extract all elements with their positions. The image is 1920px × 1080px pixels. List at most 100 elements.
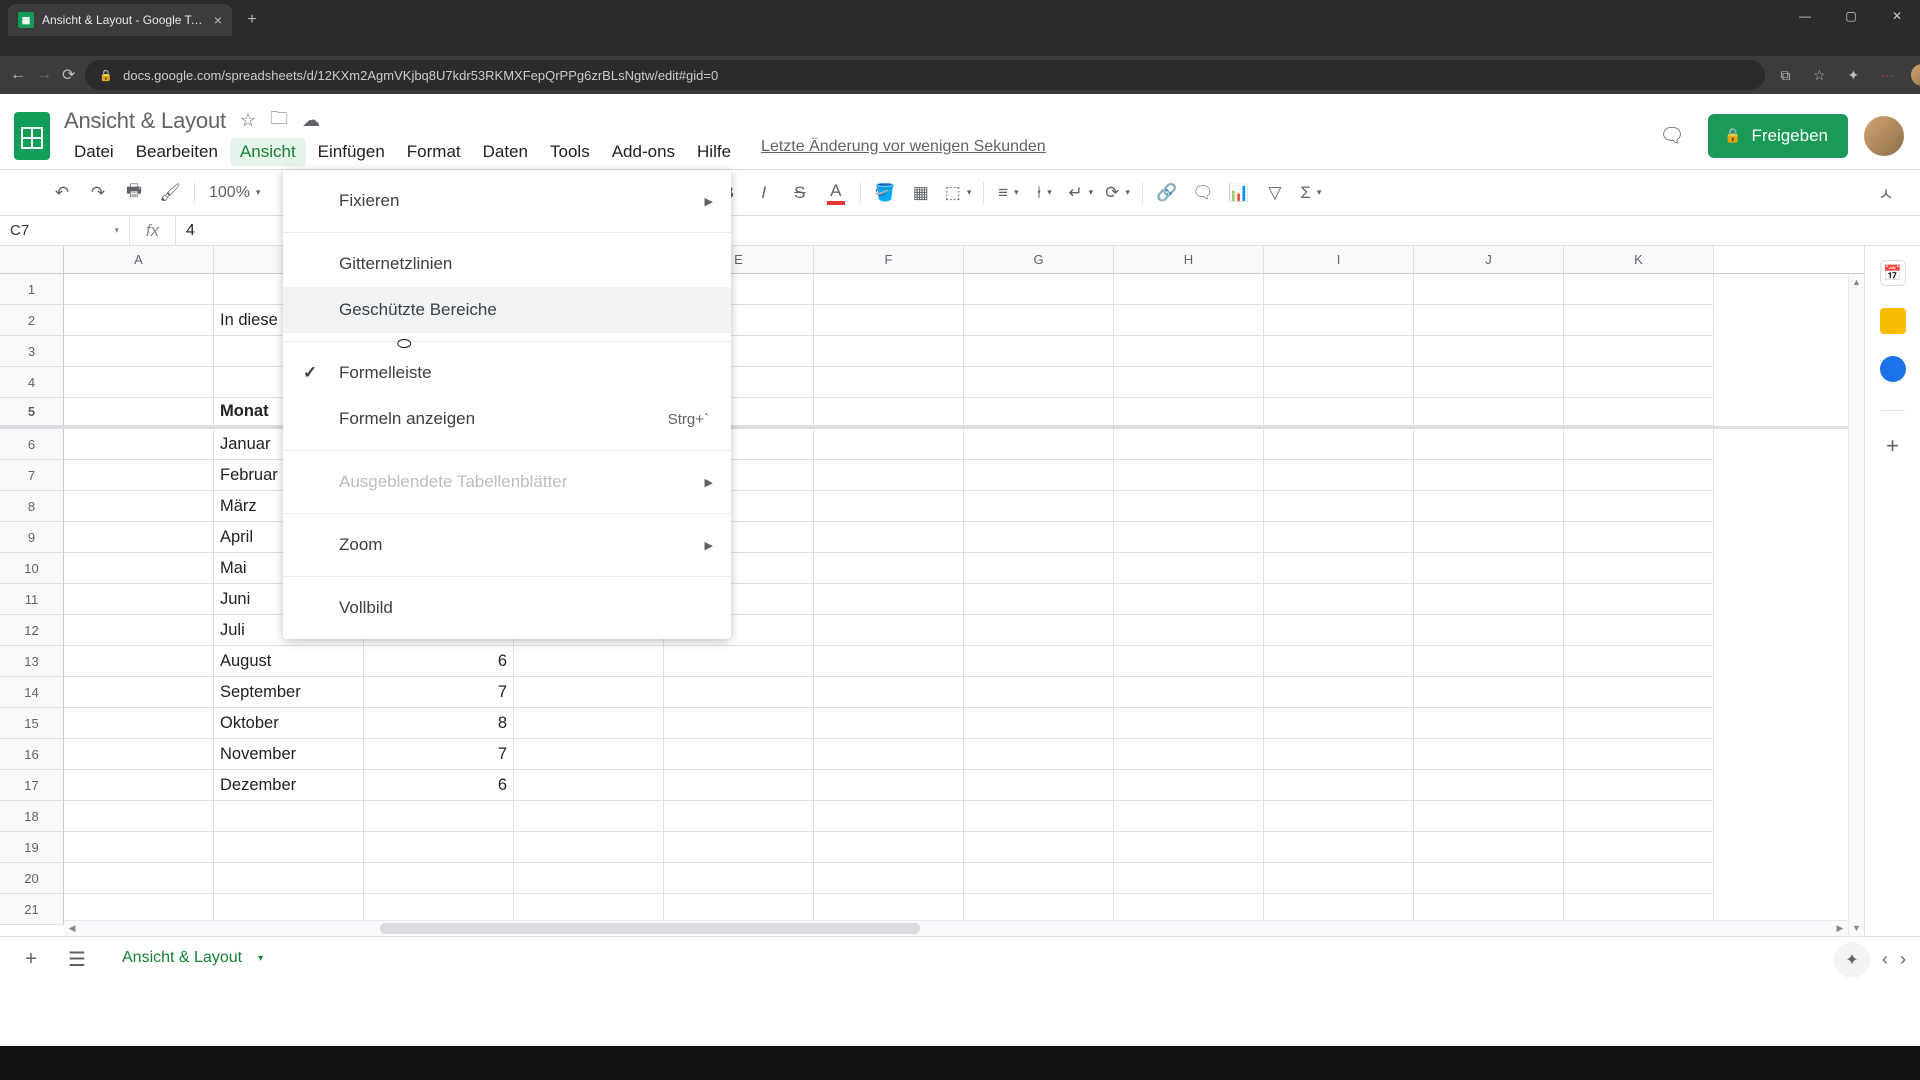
cell-H5[interactable] (1114, 398, 1264, 426)
menu-item-3[interactable]: Geschützte Bereiche (283, 287, 731, 333)
row-header-2[interactable]: 2 (0, 305, 64, 336)
cell-I16[interactable] (1264, 739, 1414, 770)
italic-button[interactable]: I (748, 177, 780, 209)
wrap-button[interactable]: ↵ (1064, 177, 1097, 209)
cell-I17[interactable] (1264, 770, 1414, 801)
row-header-17[interactable]: 17 (0, 770, 64, 801)
cell-C14[interactable]: 7 (364, 677, 514, 708)
cell-A5[interactable] (64, 398, 214, 426)
menu-daten[interactable]: Daten (473, 138, 538, 166)
cell-E20[interactable] (664, 863, 814, 894)
functions-button[interactable]: Σ (1295, 177, 1327, 209)
cell-E13[interactable] (664, 646, 814, 677)
cell-H2[interactable] (1114, 305, 1264, 336)
cell-J10[interactable] (1414, 553, 1564, 584)
link-button[interactable]: 🔗 (1151, 177, 1183, 209)
menu-addons[interactable]: Add-ons (602, 138, 685, 166)
cell-I1[interactable] (1264, 274, 1414, 305)
cell-K17[interactable] (1564, 770, 1714, 801)
paint-format-button[interactable]: 🖌 (154, 177, 186, 209)
cell-I10[interactable] (1264, 553, 1414, 584)
cell-J1[interactable] (1414, 274, 1564, 305)
cell-F1[interactable] (814, 274, 964, 305)
cell-G19[interactable] (964, 832, 1114, 863)
cell-G14[interactable] (964, 677, 1114, 708)
cell-K1[interactable] (1564, 274, 1714, 305)
cell-G2[interactable] (964, 305, 1114, 336)
cell-G3[interactable] (964, 336, 1114, 367)
chart-button[interactable]: 📊 (1223, 177, 1255, 209)
menu-item-0[interactable]: Fixieren▶ (283, 178, 731, 224)
cell-I11[interactable] (1264, 584, 1414, 615)
collapse-toolbar-button[interactable]: ㅅ (1870, 177, 1902, 209)
cell-G18[interactable] (964, 801, 1114, 832)
account-avatar[interactable] (1864, 116, 1904, 156)
cell-B15[interactable]: Oktober (214, 708, 364, 739)
forward-button[interactable]: → (36, 61, 52, 89)
cell-F3[interactable] (814, 336, 964, 367)
cell-A2[interactable] (64, 305, 214, 336)
cell-K4[interactable] (1564, 367, 1714, 398)
cell-A15[interactable] (64, 708, 214, 739)
cell-B14[interactable]: September (214, 677, 364, 708)
minimize-button[interactable]: ― (1782, 0, 1828, 32)
cell-J15[interactable] (1414, 708, 1564, 739)
menu-datei[interactable]: Datei (64, 138, 124, 166)
cell-E15[interactable] (664, 708, 814, 739)
cell-A10[interactable] (64, 553, 214, 584)
cell-K15[interactable] (1564, 708, 1714, 739)
cell-B17[interactable]: Dezember (214, 770, 364, 801)
cell-A12[interactable] (64, 615, 214, 646)
cell-A13[interactable] (64, 646, 214, 677)
cell-B16[interactable]: November (214, 739, 364, 770)
cell-F6[interactable] (814, 429, 964, 460)
menu-bearbeiten[interactable]: Bearbeiten (126, 138, 228, 166)
row-header-19[interactable]: 19 (0, 832, 64, 863)
cell-H19[interactable] (1114, 832, 1264, 863)
cell-F9[interactable] (814, 522, 964, 553)
menu-item-10[interactable]: Zoom▶ (283, 522, 731, 568)
cell-D15[interactable] (514, 708, 664, 739)
cell-B13[interactable]: August (214, 646, 364, 677)
cell-E17[interactable] (664, 770, 814, 801)
cell-C17[interactable]: 6 (364, 770, 514, 801)
borders-button[interactable]: ▦ (905, 177, 937, 209)
cell-G4[interactable] (964, 367, 1114, 398)
cell-F16[interactable] (814, 739, 964, 770)
cell-J16[interactable] (1414, 739, 1564, 770)
undo-button[interactable]: ↶ (46, 177, 78, 209)
cell-G17[interactable] (964, 770, 1114, 801)
menu-einfuegen[interactable]: Einfügen (308, 138, 395, 166)
reload-button[interactable]: ⟳ (62, 61, 75, 89)
cell-G12[interactable] (964, 615, 1114, 646)
filter-button[interactable]: ▽ (1259, 177, 1291, 209)
cell-H9[interactable] (1114, 522, 1264, 553)
cell-H11[interactable] (1114, 584, 1264, 615)
cell-F15[interactable] (814, 708, 964, 739)
cell-D19[interactable] (514, 832, 664, 863)
cell-K20[interactable] (1564, 863, 1714, 894)
cell-A7[interactable] (64, 460, 214, 491)
cell-I9[interactable] (1264, 522, 1414, 553)
menu-ansicht[interactable]: Ansicht (230, 138, 306, 166)
cell-F20[interactable] (814, 863, 964, 894)
column-header-H[interactable]: H (1114, 246, 1264, 273)
row-header-18[interactable]: 18 (0, 801, 64, 832)
new-tab-button[interactable]: + (238, 6, 266, 34)
cell-A14[interactable] (64, 677, 214, 708)
cell-H15[interactable] (1114, 708, 1264, 739)
cell-A19[interactable] (64, 832, 214, 863)
cell-H4[interactable] (1114, 367, 1264, 398)
cell-D17[interactable] (514, 770, 664, 801)
cell-H8[interactable] (1114, 491, 1264, 522)
menu-tools[interactable]: Tools (540, 138, 600, 166)
row-header-20[interactable]: 20 (0, 863, 64, 894)
cell-B19[interactable] (214, 832, 364, 863)
menu-hilfe[interactable]: Hilfe (687, 138, 741, 166)
cell-J11[interactable] (1414, 584, 1564, 615)
cell-H16[interactable] (1114, 739, 1264, 770)
document-title[interactable]: Ansicht & Layout (64, 108, 226, 134)
cell-K6[interactable] (1564, 429, 1714, 460)
cell-I18[interactable] (1264, 801, 1414, 832)
cell-D14[interactable] (514, 677, 664, 708)
